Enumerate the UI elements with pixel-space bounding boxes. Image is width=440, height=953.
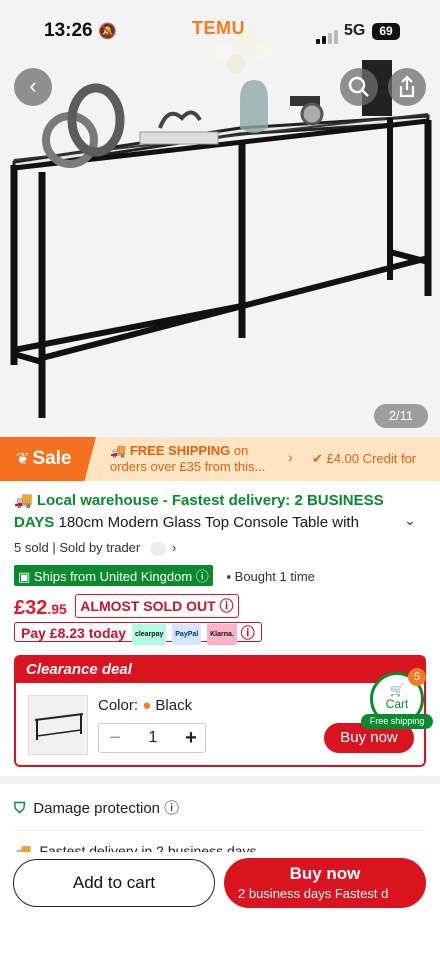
seller-avatar	[149, 541, 166, 556]
battery-indicator: 69	[372, 23, 400, 40]
leaf-icon: ❦	[16, 451, 30, 468]
klarna-logo: Klarna.	[207, 624, 237, 645]
clearance-heading: Clearance deal	[16, 657, 424, 683]
flame-icon: ●	[142, 697, 152, 714]
color-selector: Color: ● Black	[98, 697, 193, 714]
product-title-block[interactable]: 🚚 Local warehouse - Fastest delivery: 2 …	[14, 490, 414, 534]
brand-logo: TEMU	[192, 18, 245, 38]
clock: 13:26	[44, 20, 93, 41]
cart-count-badge: 5	[408, 668, 426, 686]
seller-name: Sold by trader	[59, 540, 141, 555]
price-row: £32.95 ALMOST SOLD OUT ⓘ	[14, 594, 239, 620]
credit-text: ✔ £4.00 Credit for	[312, 451, 417, 466]
product-page: ‹ 2/11 13:26 🔕 TEMU 5G 69 ❦ Sale 🚚 FREE …	[0, 0, 440, 953]
divider	[14, 830, 426, 831]
product-title: 180cm Modern Glass Top Console Table wit…	[54, 514, 359, 531]
increase-button[interactable]: +	[175, 724, 207, 752]
network-type: 5G	[344, 22, 366, 39]
search-button[interactable]	[340, 68, 378, 106]
share-icon	[399, 75, 415, 98]
decrease-button[interactable]: −	[99, 724, 131, 752]
bag-icon: ▪	[226, 569, 232, 584]
bought-count: ▪ Bought 1 time	[226, 569, 315, 584]
quantity-stepper: − 1 +	[98, 723, 206, 753]
paypal-logo: PayPal	[172, 624, 202, 645]
truck-icon: 🚚	[14, 492, 33, 509]
stock-badge[interactable]: ALMOST SOLD OUT ⓘ	[75, 594, 239, 618]
section-divider	[0, 776, 440, 784]
signal-icon	[316, 26, 340, 44]
add-to-cart-button[interactable]: Add to cart	[13, 859, 215, 907]
check-icon: ✔	[312, 451, 323, 466]
quantity-value[interactable]: 1	[131, 724, 175, 752]
table-thumbnail-icon	[34, 713, 84, 740]
buy-now-subtext: 2 business days Fastest d	[238, 886, 389, 901]
badges-row: ▣ Ships from United Kingdom ⓘ ▪ Bought 1…	[14, 565, 315, 586]
ships-from-badge: ▣ Ships from United Kingdom ⓘ	[14, 565, 213, 586]
truck-icon: 🚚	[110, 443, 127, 458]
damage-protection-row[interactable]: ⛉ Damage protection ⓘ	[14, 797, 179, 818]
free-shipping-text: 🚚 FREE SHIPPING on orders over £35 from …	[110, 443, 266, 474]
promo-strip[interactable]: ❦ Sale 🚚 FREE SHIPPING on orders over £35…	[0, 437, 440, 481]
back-button[interactable]: ‹	[14, 68, 52, 106]
clearance-deal-card: Clearance deal Color: ● Black − 1 + Buy …	[14, 655, 426, 767]
free-shipping-badge: Free shipping	[361, 714, 433, 729]
installment-row[interactable]: Pay £8.23 today clearpay PayPal Klarna. …	[14, 622, 262, 645]
search-icon	[348, 76, 369, 97]
status-bar: 13:26 🔕 TEMU 5G 69	[0, 0, 440, 62]
buy-now-label: Buy now	[289, 864, 361, 883]
image-counter: 2/11	[374, 404, 428, 428]
chevron-down-icon[interactable]: ⌄	[404, 512, 416, 529]
cart-icon: 🛒	[389, 683, 405, 697]
uk-flag-icon: ▣	[18, 569, 31, 584]
console-table-illustration	[10, 28, 432, 418]
product-image[interactable]: ‹ 2/11	[0, 0, 440, 437]
sale-tag: ❦ Sale	[0, 437, 96, 481]
bottom-action-bar: Add to cart Buy now 2 business days Fast…	[0, 852, 440, 953]
shield-icon: ⛉	[14, 800, 26, 817]
variant-thumbnail[interactable]	[28, 695, 88, 755]
chevron-right-icon: ›	[288, 449, 293, 465]
clearpay-logo: clearpay	[131, 624, 167, 645]
muted-bell-icon: 🔕	[98, 23, 117, 40]
share-button[interactable]	[388, 68, 426, 106]
buy-now-button[interactable]: Buy now 2 business days Fastest d	[224, 858, 426, 908]
seller-row[interactable]: 5 sold | Sold by trader ›	[14, 540, 176, 556]
price: £32.95	[14, 597, 67, 619]
